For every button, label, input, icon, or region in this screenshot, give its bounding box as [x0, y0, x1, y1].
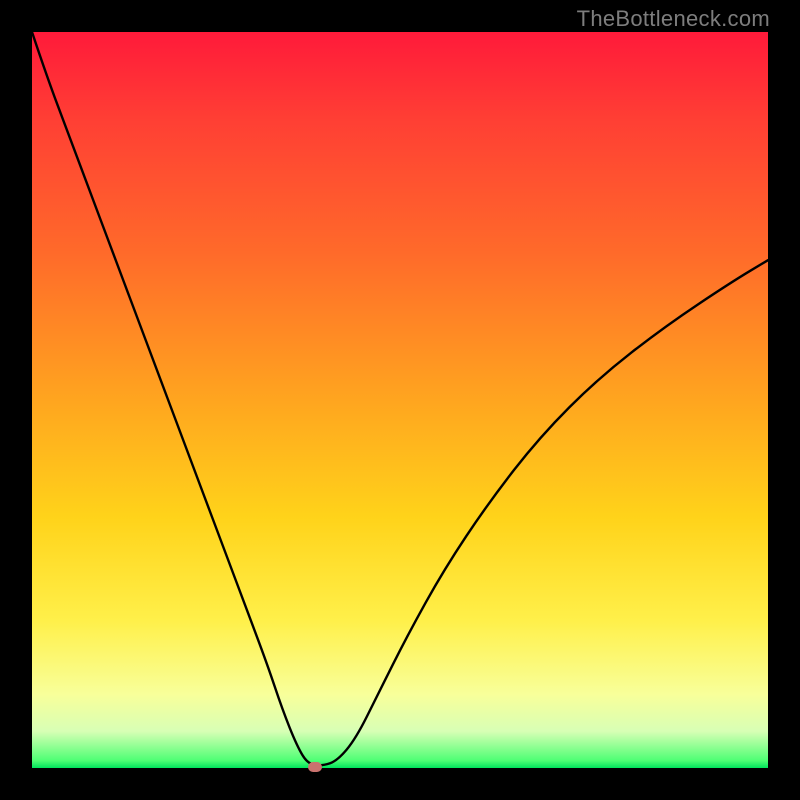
watermark-text: TheBottleneck.com — [577, 6, 770, 32]
bottleneck-curve — [32, 32, 768, 768]
gradient-plot-area — [32, 32, 768, 768]
min-point-marker — [308, 762, 322, 772]
curve-path — [32, 32, 768, 765]
chart-frame: TheBottleneck.com — [0, 0, 800, 800]
